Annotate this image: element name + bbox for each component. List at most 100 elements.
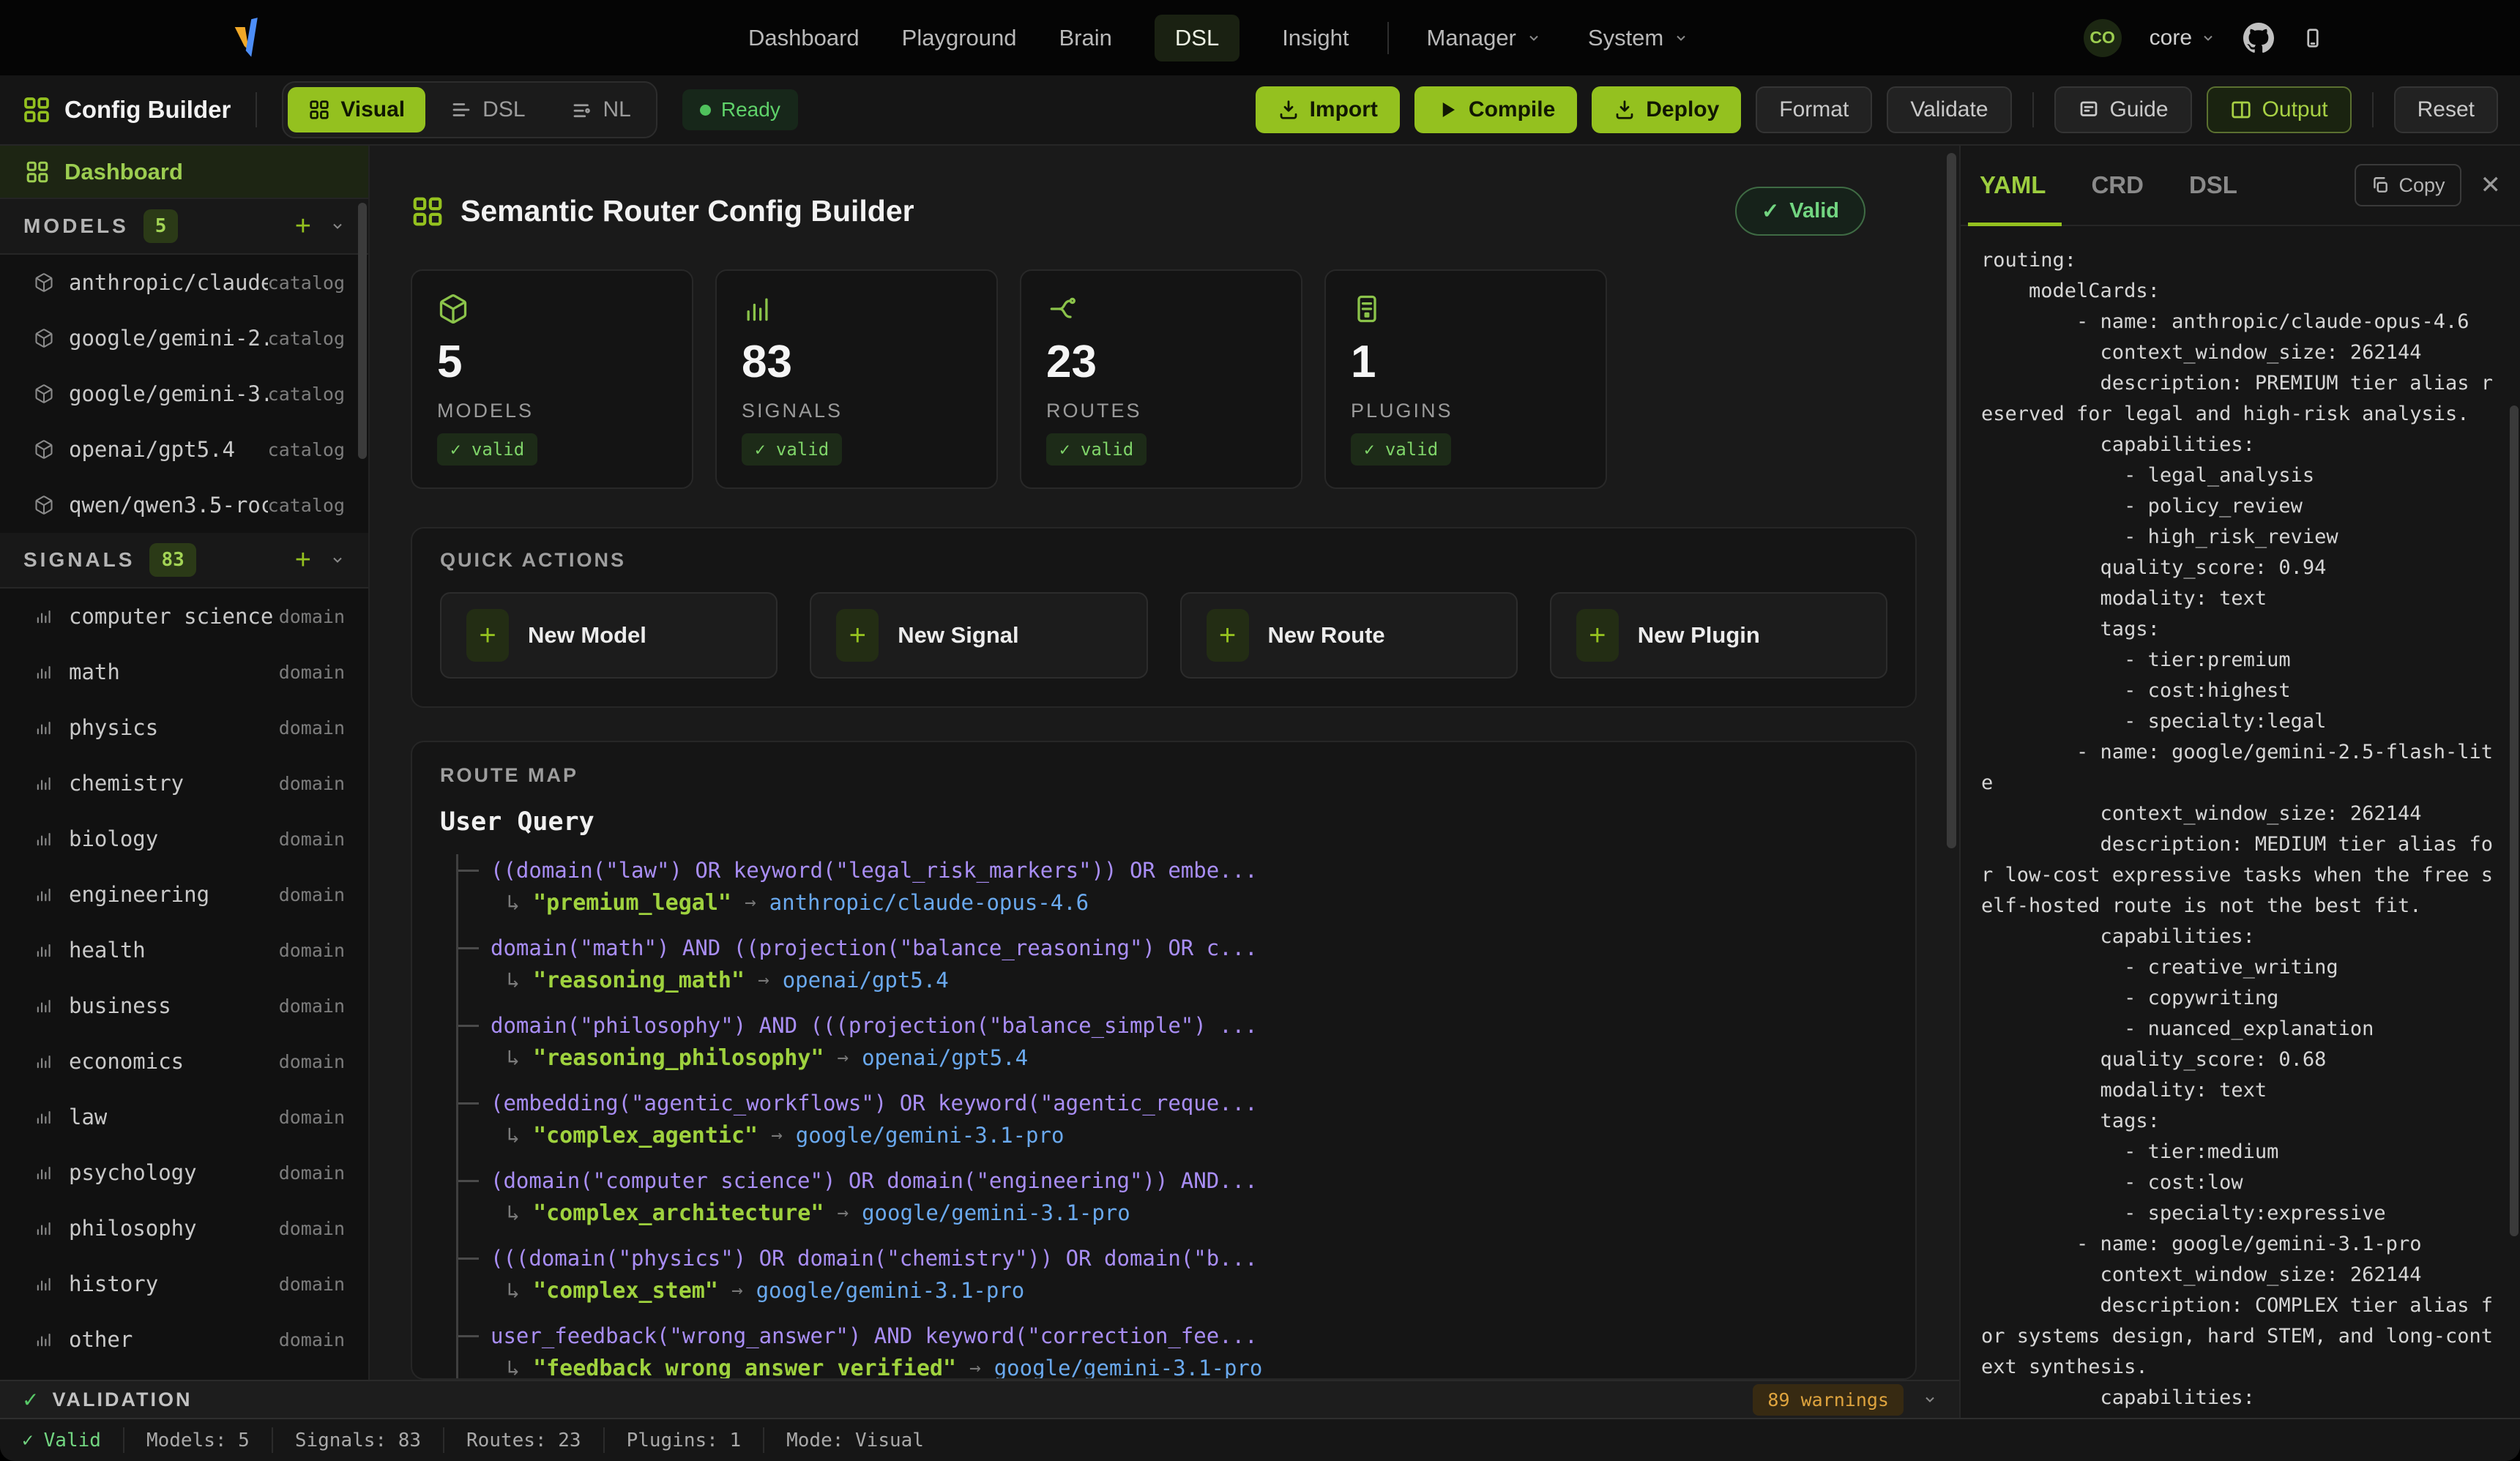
add-signal-button[interactable]: + bbox=[295, 549, 311, 571]
nav-item-dsl[interactable]: DSL bbox=[1155, 15, 1240, 61]
user-menu[interactable]: core bbox=[2150, 26, 2215, 51]
quick-action-button[interactable]: + New Model bbox=[440, 592, 778, 679]
format-button[interactable]: Format bbox=[1756, 86, 1872, 133]
sidebar-item-dashboard[interactable]: Dashboard bbox=[0, 146, 368, 199]
route-entry[interactable]: domain("philosophy") AND (((projection("… bbox=[458, 1009, 1887, 1074]
signal-list-item[interactable]: other domain bbox=[0, 1312, 368, 1367]
signal-type-tag: domain bbox=[279, 884, 345, 905]
route-map-root-node: User Query bbox=[440, 807, 1887, 837]
stat-card-signals[interactable]: 83 SIGNALS ✓ valid bbox=[715, 269, 998, 489]
toolbar-actions: Import Compile Deploy Format Validate bbox=[1256, 86, 2498, 133]
signal-list-item[interactable]: engineering domain bbox=[0, 867, 368, 922]
output-scrollbar[interactable] bbox=[2510, 406, 2519, 1236]
tree-branch-icon bbox=[458, 870, 479, 872]
signal-type-tag: domain bbox=[279, 940, 345, 961]
mode-nl-button[interactable]: NL bbox=[551, 87, 652, 132]
sidebar: Dashboard MODELS 5 + bbox=[0, 146, 370, 1380]
route-entry[interactable]: domain("math") AND ((projection("balance… bbox=[458, 932, 1887, 996]
route-entry[interactable]: user_feedback("wrong_answer") AND keywor… bbox=[458, 1320, 1887, 1380]
signal-list-item[interactable]: law domain bbox=[0, 1089, 368, 1145]
model-source-tag: catalog bbox=[268, 328, 345, 349]
signal-list-item[interactable]: math domain bbox=[0, 644, 368, 700]
tab-crd[interactable]: CRD bbox=[2091, 171, 2144, 199]
copy-button[interactable]: Copy bbox=[2355, 164, 2461, 206]
route-condition: ((domain("law") OR keyword("legal_risk_m… bbox=[491, 858, 1258, 883]
warnings-badge[interactable]: 89 warnings bbox=[1753, 1384, 1904, 1416]
mode-dsl-button[interactable]: DSL bbox=[430, 87, 545, 132]
yaml-code[interactable]: routing: modelCards: - name: anthropic/c… bbox=[1961, 226, 2520, 1418]
model-list-item[interactable]: google/gemini-3.… catalog bbox=[0, 366, 368, 422]
bars-icon bbox=[34, 884, 54, 905]
manager-menu[interactable]: Manager bbox=[1427, 25, 1541, 51]
nav-item-brain[interactable]: Brain bbox=[1059, 25, 1112, 51]
model-list-item[interactable]: anthropic/claude… catalog bbox=[0, 255, 368, 310]
builder-toolbar: Config Builder Visual DSL NL bbox=[0, 75, 2520, 146]
nav-item-playground[interactable]: Playground bbox=[902, 25, 1017, 51]
validation-bar[interactable]: ✓ VALIDATION 89 warnings bbox=[0, 1380, 1959, 1418]
elbow-arrow-icon: ↳ bbox=[507, 890, 520, 916]
signal-name: business bbox=[69, 993, 171, 1018]
quick-action-button[interactable]: + New Route bbox=[1180, 592, 1518, 679]
signal-list-item[interactable]: business domain bbox=[0, 978, 368, 1034]
signal-list-item[interactable]: history domain bbox=[0, 1256, 368, 1312]
quick-action-button[interactable]: + New Plugin bbox=[1550, 592, 1887, 679]
route-entry[interactable]: (embedding("agentic_workflows") OR keywo… bbox=[458, 1087, 1887, 1151]
add-model-button[interactable]: + bbox=[295, 215, 311, 237]
validate-button[interactable]: Validate bbox=[1887, 86, 2011, 133]
tab-dsl[interactable]: DSL bbox=[2189, 171, 2237, 199]
import-button[interactable]: Import bbox=[1256, 86, 1400, 133]
route-entry[interactable]: (domain("computer science") OR domain("e… bbox=[458, 1165, 1887, 1229]
tab-yaml[interactable]: YAML bbox=[1980, 171, 2046, 199]
elbow-arrow-icon: ↳ bbox=[507, 1200, 520, 1226]
signal-list-item[interactable]: biology domain bbox=[0, 811, 368, 867]
toolbar-divider bbox=[2032, 92, 2034, 127]
reset-button[interactable]: Reset bbox=[2394, 86, 2498, 133]
model-list-item[interactable]: openai/gpt5.4 catalog bbox=[0, 422, 368, 477]
status-item: Signals: 83 bbox=[272, 1427, 443, 1452]
quick-action-label: New Model bbox=[528, 622, 646, 649]
stat-card-plugins[interactable]: 1 PLUGINS ✓ valid bbox=[1324, 269, 1607, 489]
output-toggle-button[interactable]: Output bbox=[2207, 86, 2352, 133]
format-label: Format bbox=[1779, 97, 1849, 122]
chevron-down-icon[interactable] bbox=[1923, 1392, 1937, 1407]
manager-menu-label: Manager bbox=[1427, 25, 1516, 51]
quick-action-button[interactable]: + New Signal bbox=[810, 592, 1147, 679]
model-source-tag: catalog bbox=[268, 384, 345, 405]
stat-card-models[interactable]: 5 MODELS ✓ valid bbox=[411, 269, 693, 489]
bars-icon bbox=[34, 829, 54, 849]
main-canvas: Semantic Router Config Builder ✓ Valid bbox=[370, 146, 1959, 1380]
nav-item-dashboard[interactable]: Dashboard bbox=[748, 25, 860, 51]
models-valid-badge: ✓ valid bbox=[437, 433, 537, 466]
close-panel-icon[interactable]: ✕ bbox=[2480, 171, 2502, 200]
route-entry[interactable]: ((domain("law") OR keyword("legal_risk_m… bbox=[458, 854, 1887, 919]
system-menu[interactable]: System bbox=[1588, 25, 1688, 51]
nav-item-insight[interactable]: Insight bbox=[1282, 25, 1349, 51]
arrow-right-icon: → bbox=[758, 969, 769, 991]
sidebar-scrollbar[interactable] bbox=[358, 203, 367, 459]
chevron-down-icon[interactable] bbox=[330, 219, 345, 233]
deploy-button[interactable]: Deploy bbox=[1592, 86, 1741, 133]
signal-list-item[interactable]: economics domain bbox=[0, 1034, 368, 1089]
signal-list-item[interactable]: philosophy domain bbox=[0, 1200, 368, 1256]
device-icon[interactable] bbox=[2302, 27, 2324, 49]
stat-card-routes[interactable]: 23 ROUTES ✓ valid bbox=[1020, 269, 1302, 489]
model-list-item[interactable]: qwen/qwen3.5-rocm catalog bbox=[0, 477, 368, 533]
model-list-item[interactable]: google/gemini-2.… catalog bbox=[0, 310, 368, 366]
avatar[interactable]: CO bbox=[2084, 19, 2122, 57]
guide-button[interactable]: Guide bbox=[2054, 86, 2192, 133]
signal-list-item[interactable]: physics domain bbox=[0, 700, 368, 755]
mode-visual-button[interactable]: Visual bbox=[288, 87, 425, 132]
signals-section-header: SIGNALS 83 + bbox=[0, 533, 368, 588]
route-entry[interactable]: (((domain("physics") OR domain("chemistr… bbox=[458, 1242, 1887, 1307]
signal-list-item[interactable]: health domain bbox=[0, 922, 368, 978]
route-model: google/gemini-3.1-pro bbox=[756, 1278, 1025, 1303]
model-name: qwen/qwen3.5-rocm bbox=[69, 493, 268, 517]
brand-logo-icon[interactable] bbox=[233, 16, 265, 60]
compile-button[interactable]: Compile bbox=[1414, 86, 1577, 133]
chevron-down-icon[interactable] bbox=[330, 553, 345, 567]
signal-list-item[interactable]: computer science domain bbox=[0, 588, 368, 644]
signal-list-item[interactable]: chemistry domain bbox=[0, 755, 368, 811]
github-icon[interactable] bbox=[2243, 23, 2274, 53]
signal-list-item[interactable]: psychology domain bbox=[0, 1145, 368, 1200]
main-scrollbar[interactable] bbox=[1947, 153, 1956, 848]
